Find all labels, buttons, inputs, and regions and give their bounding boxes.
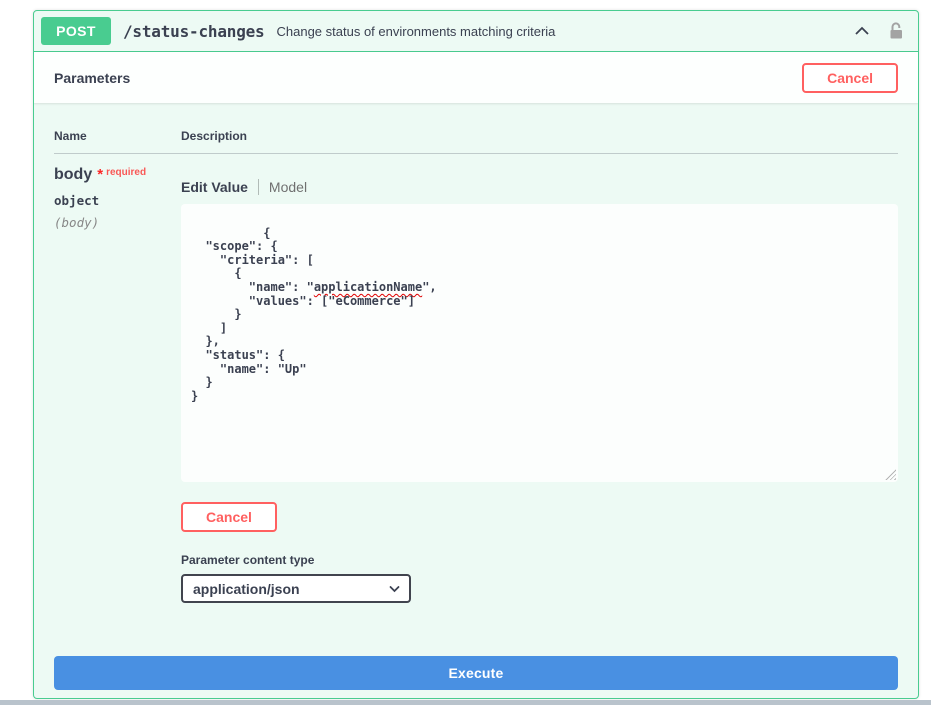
- endpoint-summary: Change status of environments matching c…: [277, 24, 853, 39]
- http-method-badge: POST: [41, 17, 111, 45]
- endpoint-path: /status-changes: [123, 22, 265, 41]
- tab-divider: [258, 179, 259, 195]
- tab-edit-value[interactable]: Edit Value: [181, 179, 248, 195]
- body-editor-tabs: Edit Value Model: [181, 179, 898, 195]
- textarea-resize-grip[interactable]: [885, 469, 896, 480]
- parameter-row-body: body * required object (body) Edit Value…: [54, 154, 898, 603]
- tab-model[interactable]: Model: [269, 179, 307, 195]
- parameter-type: object: [54, 193, 181, 208]
- parameter-description-cell: Edit Value Model { "scope": { "criteria"…: [181, 166, 898, 603]
- required-asterisk: *: [97, 166, 103, 183]
- operation-block-post: POST /status-changes Change status of en…: [33, 10, 919, 699]
- content-type-block: Parameter content type application/json: [181, 553, 898, 603]
- chevron-up-icon: [852, 29, 872, 44]
- parameters-table-head: Name Description: [54, 103, 898, 154]
- authorization-button[interactable]: [886, 21, 906, 41]
- parameters-section-header: Parameters Cancel: [34, 52, 918, 103]
- column-header-name: Name: [54, 129, 181, 143]
- parameter-location: (body): [54, 215, 181, 230]
- parameter-name-cell: body * required object (body): [54, 166, 181, 603]
- parameters-container: Name Description body * required object …: [34, 103, 918, 699]
- parameters-title: Parameters: [54, 70, 130, 86]
- body-value-editor[interactable]: { "scope": { "criteria": [ { "name": "ap…: [181, 204, 898, 482]
- collapse-button[interactable]: [852, 21, 872, 41]
- try-out-cancel-button[interactable]: Cancel: [802, 63, 898, 93]
- unlocked-padlock-icon: [886, 29, 906, 44]
- column-header-description: Description: [181, 129, 898, 143]
- body-edit-cancel-button[interactable]: Cancel: [181, 502, 277, 532]
- content-type-label: Parameter content type: [181, 553, 898, 567]
- page-bottom-divider: [0, 700, 931, 705]
- content-type-select[interactable]: application/json: [181, 574, 411, 603]
- parameter-name: body: [54, 166, 92, 184]
- execute-button[interactable]: Execute: [54, 656, 898, 690]
- required-label: required: [106, 167, 146, 178]
- operation-summary-row[interactable]: POST /status-changes Change status of en…: [34, 11, 918, 52]
